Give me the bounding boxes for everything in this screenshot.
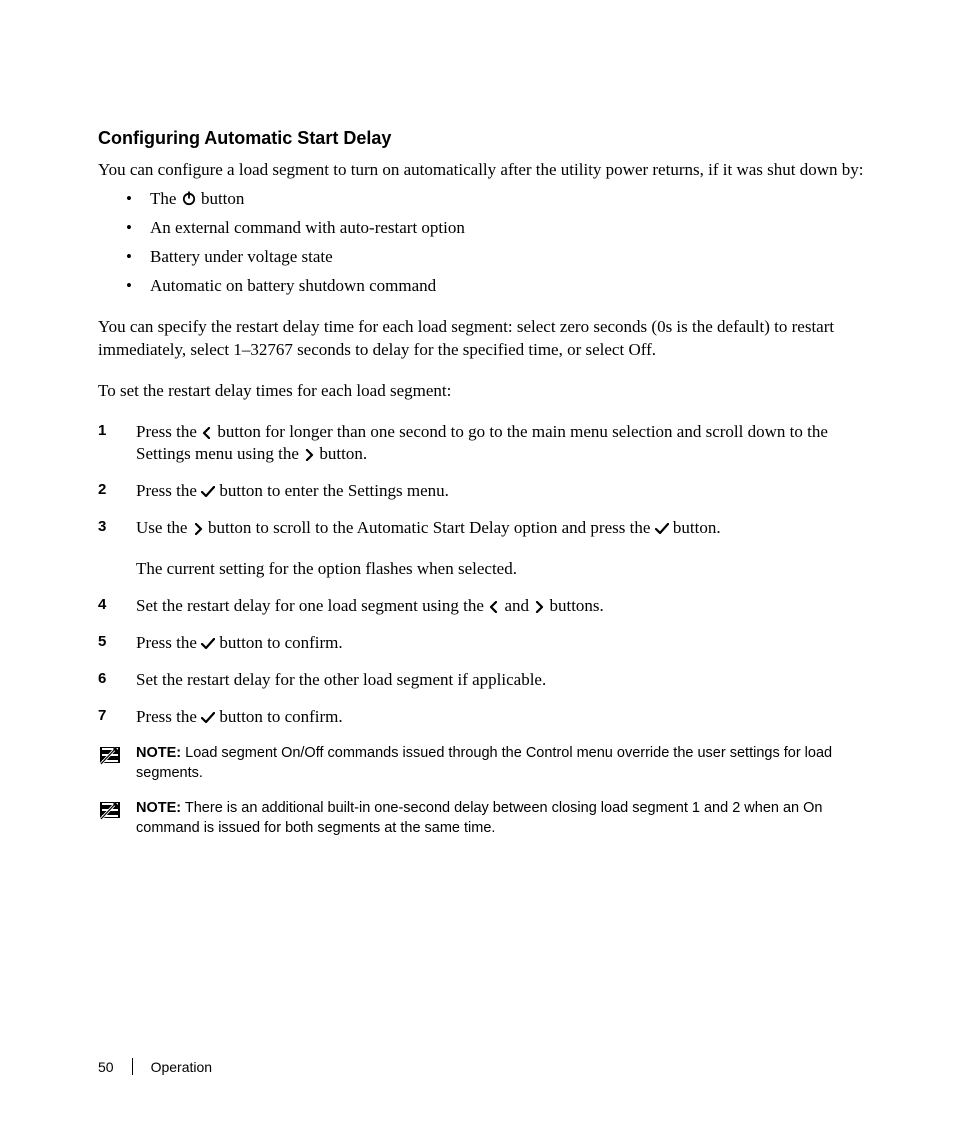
bullet-item: The button (150, 188, 864, 211)
right-icon (303, 449, 315, 461)
right-icon (192, 523, 204, 535)
step-text: Press the (136, 481, 201, 500)
step-text: button to confirm. (219, 707, 342, 726)
step-text: button. (319, 444, 367, 463)
note-text: NOTE: There is an additional built-in on… (136, 798, 864, 839)
step-text: Press the (136, 422, 201, 441)
check-icon (201, 486, 215, 498)
step-item: Press the button to confirm. (98, 632, 864, 655)
step-item: Press the button to confirm. (98, 706, 864, 729)
note-text: NOTE: Load segment On/Off commands issue… (136, 743, 864, 784)
note: NOTE: Load segment On/Off commands issue… (98, 743, 864, 784)
step-text: Press the (136, 633, 201, 652)
step-text: button to scroll to the Automatic Start … (208, 518, 655, 537)
paragraph: You can specify the restart delay time f… (98, 316, 864, 362)
right-icon (533, 601, 545, 613)
left-icon (201, 427, 213, 439)
step-text: button. (673, 518, 721, 537)
bullet-item: Automatic on battery shutdown command (150, 275, 864, 298)
step-subtext: The current setting for the option flash… (136, 558, 864, 581)
step-text: button to enter the Settings menu. (219, 481, 448, 500)
step-text: Set the restart delay for one load segme… (136, 596, 488, 615)
step-text: and (504, 596, 533, 615)
check-icon (201, 712, 215, 724)
section-heading: Configuring Automatic Start Delay (98, 128, 864, 149)
footer-divider (132, 1058, 133, 1075)
note-body: Load segment On/Off commands issued thro… (136, 745, 832, 781)
step-item: Press the button for longer than one sec… (98, 421, 864, 467)
step-text: buttons. (549, 596, 603, 615)
page-footer: 50 Operation (98, 1058, 212, 1075)
step-item: Set the restart delay for one load segme… (98, 595, 864, 618)
step-text: Press the (136, 707, 201, 726)
page-number: 50 (98, 1059, 114, 1075)
check-icon (655, 523, 669, 535)
bullet-text: button (201, 189, 244, 208)
step-list: Press the button for longer than one sec… (98, 421, 864, 729)
step-item: Set the restart delay for the other load… (98, 669, 864, 692)
bullet-item: An external command with auto-restart op… (150, 217, 864, 240)
step-item: Press the button to enter the Settings m… (98, 480, 864, 503)
bullet-list: The button An external command with auto… (98, 188, 864, 298)
footer-section: Operation (151, 1059, 212, 1075)
note-icon (98, 799, 122, 821)
page: Configuring Automatic Start Delay You ca… (0, 0, 954, 838)
note-label: NOTE: (136, 745, 181, 761)
note: NOTE: There is an additional built-in on… (98, 798, 864, 839)
power-icon (181, 190, 197, 206)
step-text: button for longer than one second to go … (136, 422, 828, 464)
note-label: NOTE: (136, 800, 181, 816)
step-item: Use the button to scroll to the Automati… (98, 517, 864, 581)
bullet-text: The (150, 189, 181, 208)
note-icon (98, 744, 122, 766)
check-icon (201, 638, 215, 650)
paragraph: To set the restart delay times for each … (98, 380, 864, 403)
bullet-item: Battery under voltage state (150, 246, 864, 269)
intro-paragraph: You can configure a load segment to turn… (98, 159, 864, 182)
note-body: There is an additional built-in one-seco… (136, 800, 823, 836)
step-text: Use the (136, 518, 192, 537)
step-text: button to confirm. (219, 633, 342, 652)
left-icon (488, 601, 500, 613)
